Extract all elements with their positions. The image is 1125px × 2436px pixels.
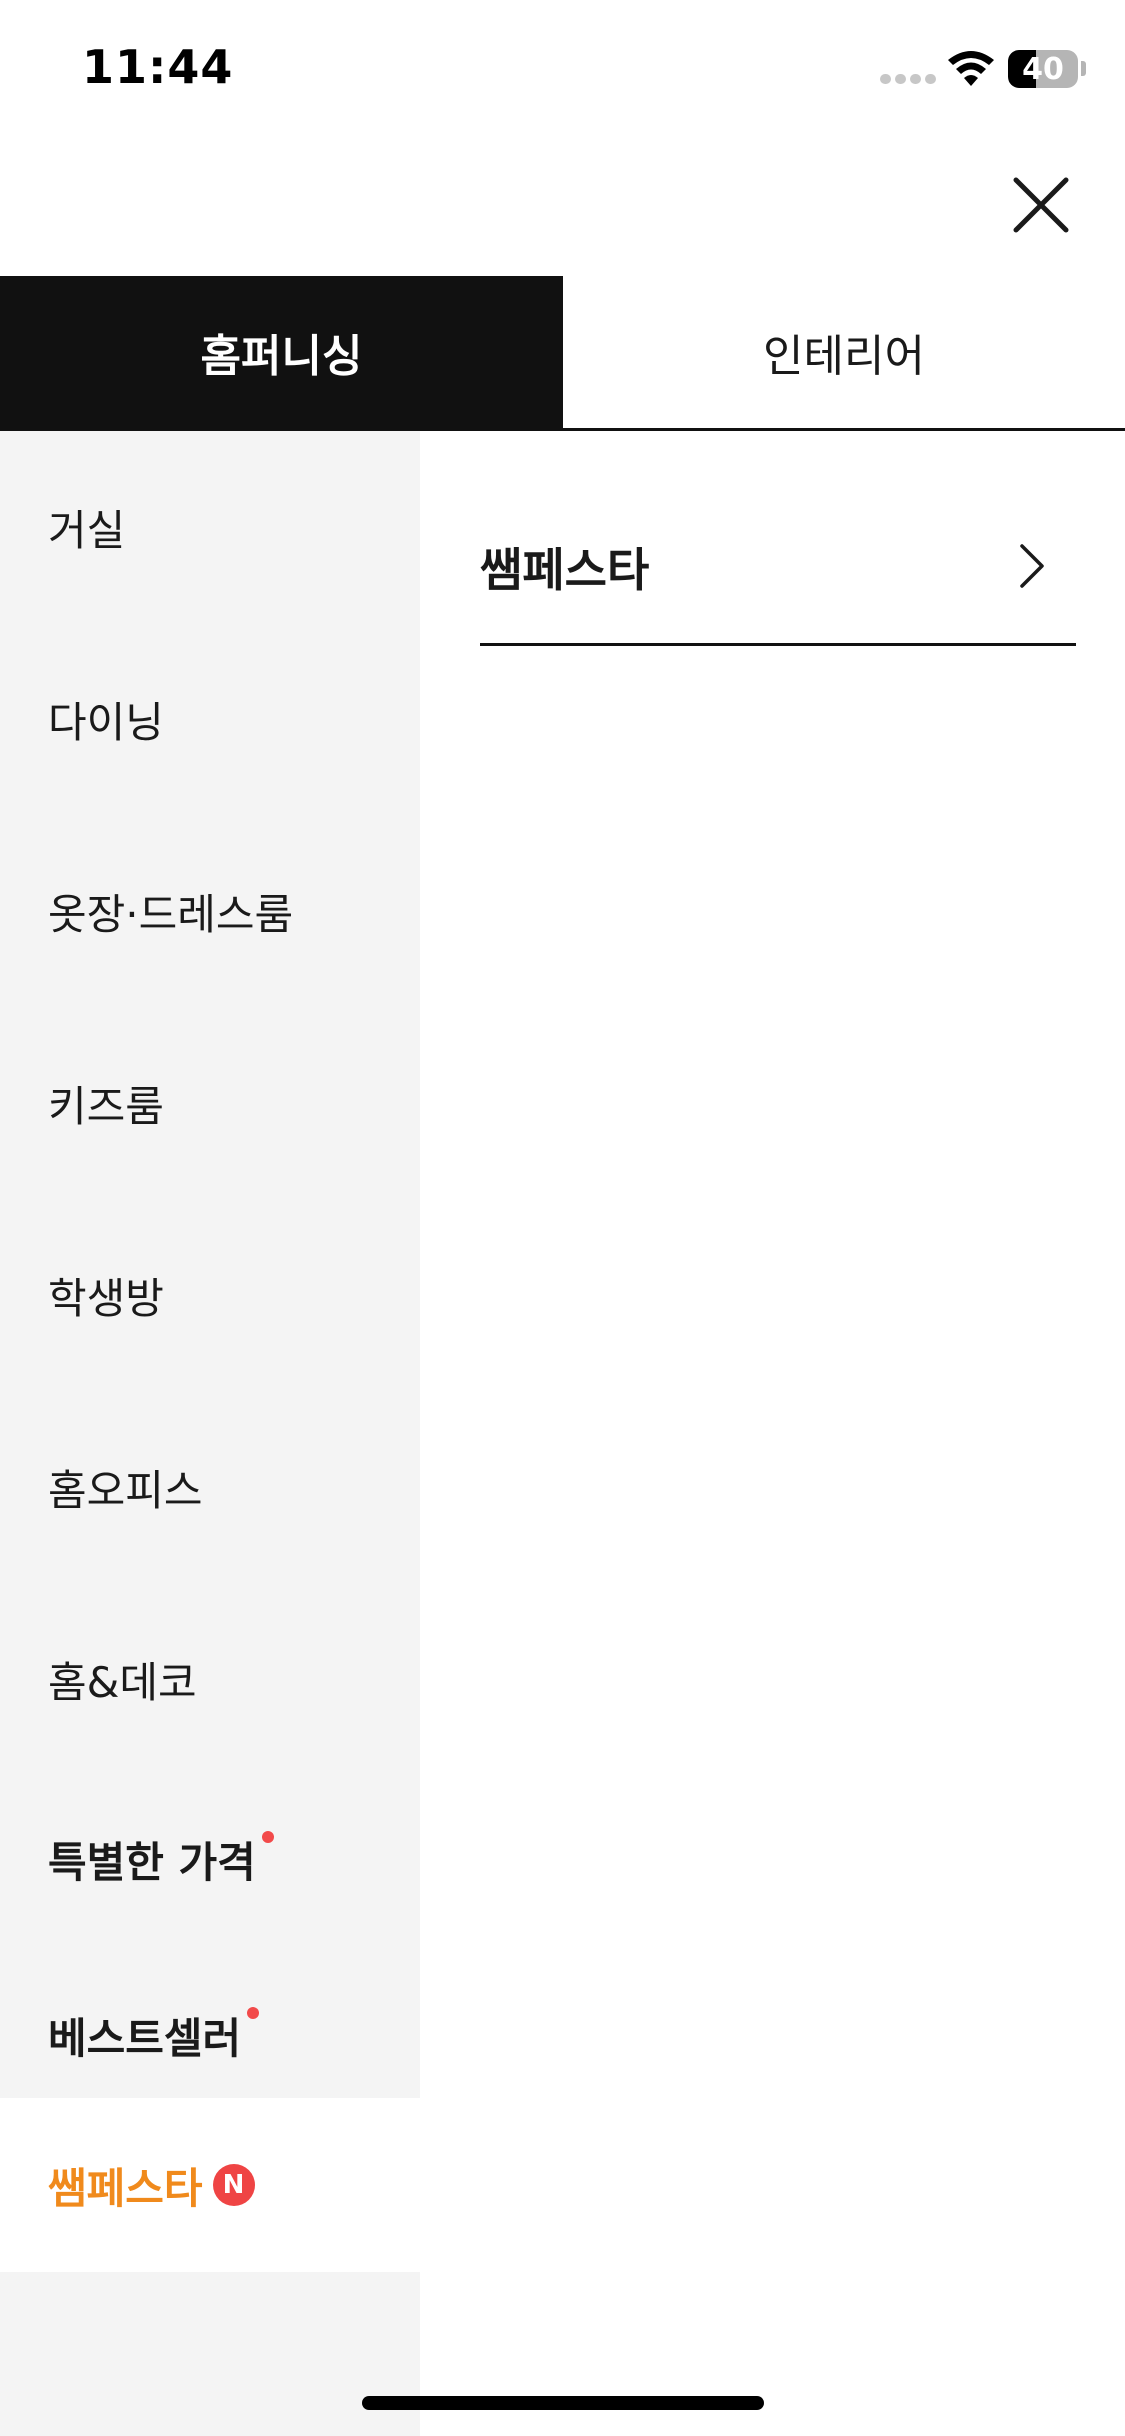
tab-interior[interactable]: 인테리어 (563, 276, 1125, 428)
battery-level: 40 (1022, 51, 1064, 87)
sidebar-item-label: 거실 (48, 505, 126, 555)
new-dot-indicator (247, 2007, 260, 2019)
sidebar-item-label: 쌤페스타 (48, 2163, 203, 2213)
sidebar-item-kids-room[interactable]: 키즈룸 (0, 1007, 420, 1199)
sidebar-item-label: 홈오피스 (48, 1465, 203, 1515)
home-indicator[interactable] (362, 2396, 764, 2410)
chevron-right-icon (1020, 544, 1044, 588)
category-tabs: 홈퍼니싱 인테리어 (0, 276, 1125, 431)
sidebar-item-wardrobe[interactable]: 옷장·드레스룸 (0, 815, 420, 1007)
status-bar: 11:44 40 (0, 0, 1125, 140)
sidebar-item-label: 베스트셀러 (48, 2013, 242, 2063)
sidebar-item-label: 다이닝 (48, 697, 164, 747)
sidebar-item-special-price[interactable]: 특별한 가격 (0, 1763, 420, 1955)
sidebar-item-dining[interactable]: 다이닝 (0, 623, 420, 815)
sidebar-item-living-room[interactable]: 거실 (0, 431, 420, 623)
close-icon[interactable] (1000, 164, 1082, 246)
subcategory-link[interactable]: 쌤페스타 (480, 490, 1076, 646)
sidebar-item-student-room[interactable]: 학생방 (0, 1199, 420, 1391)
category-sidebar: 거실 다이닝 옷장·드레스룸 키즈룸 학생방 홈오피스 홈&데코 특별한 가격 … (0, 431, 420, 2436)
sidebar-item-label: 학생방 (48, 1273, 164, 1323)
new-dot-indicator (261, 1831, 274, 1843)
screen: 11:44 40 홈퍼니싱 인테리어 거실 다이닝 옷장·드레스룸 키즈룸 학생… (0, 0, 1125, 2436)
sidebar-item-ssam-festa[interactable]: 쌤페스타 N (0, 2098, 420, 2272)
tab-home-furnishing[interactable]: 홈퍼니싱 (0, 276, 563, 428)
sidebar-item-label: 옷장·드레스룸 (48, 889, 294, 939)
sidebar-item-home-office[interactable]: 홈오피스 (0, 1391, 420, 1583)
status-time: 11:44 (82, 40, 234, 94)
sidebar-item-label: 홈&데코 (48, 1657, 197, 1707)
new-badge: N (212, 2164, 255, 2206)
sidebar-item-label: 특별한 가격 (48, 1837, 256, 1887)
wifi-icon (948, 51, 994, 86)
sidebar-item-label: 키즈룸 (48, 1081, 164, 1131)
cellular-signal-icon (880, 74, 936, 84)
battery-nub (1081, 61, 1086, 76)
sidebar-item-home-deco[interactable]: 홈&데코 (0, 1583, 420, 1775)
subcategory-label: 쌤페스타 (480, 542, 650, 597)
battery-icon: 40 (1008, 50, 1078, 88)
